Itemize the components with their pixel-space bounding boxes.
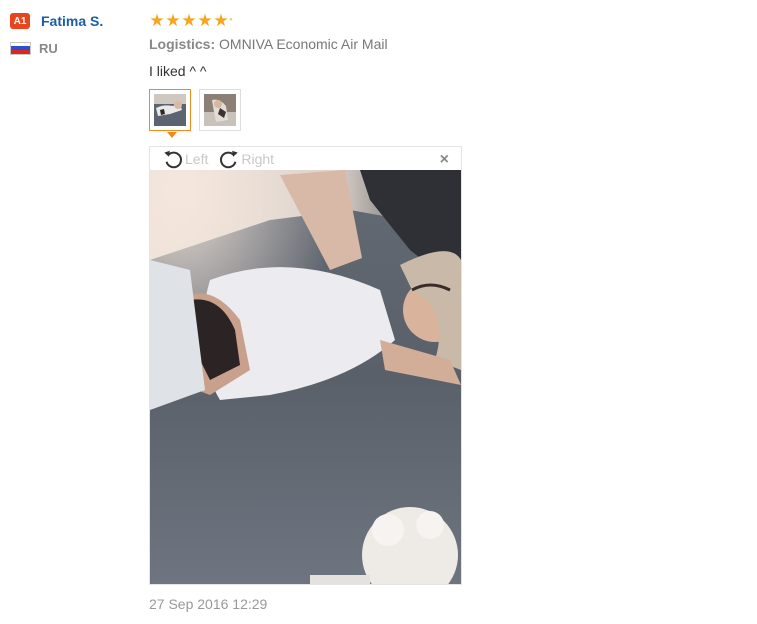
active-thumbnail-caret — [167, 132, 177, 138]
star-icon: ★ — [181, 10, 197, 30]
rotate-left-button[interactable]: Left — [162, 148, 208, 170]
photo-thumbnail-2[interactable] — [199, 89, 241, 131]
reviewer-country-row: RU — [10, 40, 140, 56]
rotate-left-icon — [164, 150, 182, 168]
country-code: RU — [39, 40, 58, 56]
star-rating: ★ ★ ★ ★ ★ ● — [149, 10, 749, 30]
close-icon[interactable]: × — [440, 151, 449, 169]
reviewer-name-link[interactable]: Fatima S. — [41, 13, 103, 29]
star-icon: ★ — [165, 10, 181, 30]
review-photo — [150, 170, 461, 584]
photo-thumbnail-image — [154, 94, 186, 126]
rotate-right-button[interactable]: Right — [218, 148, 274, 170]
star-icon: ★ — [197, 10, 213, 30]
logistics-info: Logistics: OMNIVA Economic Air Mail — [149, 36, 749, 52]
review-text: I liked ^ ^ — [149, 63, 207, 79]
photo-thumbnail-image — [204, 94, 236, 126]
photo-viewer-toolbar: Left Right × — [150, 147, 461, 170]
level-badge: A1 — [10, 13, 30, 29]
reviewer-name-row: A1 Fatima S. — [10, 11, 140, 31]
rotate-right-icon — [220, 150, 239, 168]
reviewer-info: A1 Fatima S. RU — [10, 11, 140, 56]
logistics-value: OMNIVA Economic Air Mail — [219, 36, 388, 52]
russia-flag-icon — [10, 41, 31, 55]
logistics-label: Logistics: — [149, 36, 216, 52]
rotate-right-label: Right — [241, 150, 275, 167]
star-icon: ★ — [149, 10, 165, 30]
review-date: 27 Sep 2016 12:29 — [149, 596, 268, 612]
star-dot-icon: ● — [229, 16, 233, 23]
review-photo-image — [150, 170, 461, 584]
photo-thumbnail-1[interactable] — [149, 89, 191, 138]
photo-thumbnails — [149, 89, 749, 138]
review-body: ★ ★ ★ ★ ★ ● Logistics: OMNIVA Economic A… — [149, 10, 749, 612]
rotate-left-label: Left — [185, 150, 209, 167]
star-icon: ★ — [213, 10, 229, 30]
photo-viewer: Left Right × — [149, 146, 462, 585]
